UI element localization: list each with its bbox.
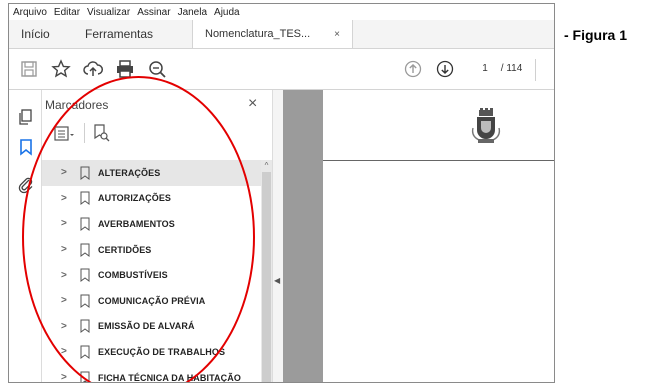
chevron-right-icon[interactable]: >	[61, 321, 71, 332]
chevron-right-icon[interactable]: >	[61, 295, 71, 306]
chevron-right-icon[interactable]: >	[61, 218, 71, 229]
chevron-right-icon[interactable]: >	[61, 193, 71, 204]
bookmark-label: AUTORIZAÇÕES	[98, 193, 172, 204]
bookmark-item[interactable]: > AUTORIZAÇÕES	[42, 186, 262, 212]
panel-title: Marcadores	[45, 98, 109, 112]
bookmark-flag-icon	[80, 217, 90, 231]
bookmark-list: > ALTERAÇÕES > AUTORIZAÇÕES > AVERBAMENT…	[42, 160, 262, 383]
page-down-icon[interactable]	[435, 59, 455, 79]
bookmark-flag-icon	[80, 371, 90, 382]
bookmarks-panel: Marcadores × > ALTERAÇÕES > AUTORIZAÇÕES…	[42, 90, 272, 383]
bookmark-label: EXECUÇÃO DE TRABALHOS	[98, 346, 226, 357]
bookmark-label: FICHA TÉCNICA DA HABITAÇÃO	[98, 372, 241, 383]
bookmark-label: CERTIDÕES	[98, 244, 152, 255]
bookmark-item[interactable]: > COMUNICAÇÃO PRÉVIA	[42, 288, 262, 314]
menu-bar: Arquivo Editar Visualizar Assinar Janela…	[9, 4, 554, 20]
panel-collapse-handle[interactable]: ◀	[272, 90, 283, 382]
tab-close-icon[interactable]: ×	[334, 29, 340, 40]
scroll-thumb[interactable]	[262, 172, 271, 382]
pdf-viewer-window: Arquivo Editar Visualizar Assinar Janela…	[8, 3, 555, 383]
bookmark-item[interactable]: > EMISSÃO DE ALVARÁ	[42, 314, 262, 340]
menu-visualizar[interactable]: Visualizar	[87, 7, 130, 18]
bookmark-item[interactable]: > COMBUSTÍVEIS	[42, 262, 262, 288]
chevron-right-icon[interactable]: >	[61, 167, 71, 178]
bookmark-item[interactable]: > CERTIDÕES	[42, 237, 262, 263]
collapse-arrow-icon[interactable]: ◀	[274, 276, 280, 285]
bookmark-flag-icon	[80, 268, 90, 283]
bookmark-flag-icon	[80, 319, 90, 334]
tab-home[interactable]: Início	[9, 20, 73, 48]
bookmark-label: EMISSÃO DE ALVARÁ	[98, 321, 195, 332]
scroll-up-icon[interactable]: ^	[261, 160, 272, 172]
panel-toolbar-divider	[84, 123, 85, 143]
bookmark-label: AVERBAMENTOS	[98, 218, 175, 229]
print-icon[interactable]	[115, 59, 135, 79]
document-page	[323, 90, 554, 382]
zoom-icon[interactable]	[147, 59, 167, 79]
crest-icon	[471, 108, 501, 143]
chevron-right-icon[interactable]: >	[61, 346, 71, 357]
tab-document[interactable]: Nomenclatura_TES... ×	[192, 20, 353, 48]
bookmark-label: ALTERAÇÕES	[98, 167, 161, 178]
pages-icon[interactable]	[17, 108, 35, 126]
menu-ajuda[interactable]: Ajuda	[214, 7, 240, 18]
attachment-icon[interactable]	[17, 176, 35, 194]
toolbar: 1 / 114	[9, 49, 554, 90]
page-header-rule	[323, 160, 554, 161]
tab-tools[interactable]: Ferramentas	[73, 20, 192, 48]
figure-caption: - Figura 1	[564, 27, 628, 43]
bookmark-flag-icon	[80, 243, 90, 257]
page-total: / 114	[500, 63, 523, 74]
bookmark-scrollbar[interactable]: ^	[261, 160, 272, 382]
options-icon[interactable]	[54, 126, 76, 142]
bookmark-icon[interactable]	[17, 138, 35, 156]
bookmark-flag-icon	[80, 294, 90, 308]
cloud-upload-icon[interactable]	[83, 59, 103, 79]
panel-close-icon[interactable]: ×	[248, 95, 257, 113]
bookmark-item[interactable]: > AVERBAMENTOS	[42, 211, 262, 237]
page-indicator: 1 / 114	[478, 63, 522, 74]
bookmark-item[interactable]: > FICHA TÉCNICA DA HABITAÇÃO	[42, 365, 262, 383]
bookmark-label: COMUNICAÇÃO PRÉVIA	[98, 295, 206, 306]
bookmark-item[interactable]: > ALTERAÇÕES	[42, 160, 262, 186]
document-area	[283, 90, 554, 382]
page-number-input[interactable]: 1	[478, 63, 492, 74]
left-tool-rail	[9, 90, 42, 382]
tab-bar: Início Ferramentas Nomenclatura_TES... ×	[9, 20, 554, 49]
bookmark-item[interactable]: > EXECUÇÃO DE TRABALHOS	[42, 339, 262, 365]
tab-document-label: Nomenclatura_TES...	[205, 28, 311, 40]
bookmark-search-icon[interactable]	[92, 124, 110, 142]
menu-janela[interactable]: Janela	[178, 7, 207, 18]
bookmark-flag-icon	[80, 166, 90, 180]
star-icon[interactable]	[51, 59, 71, 79]
chevron-right-icon[interactable]: >	[61, 244, 71, 255]
bookmark-flag-icon	[80, 191, 90, 206]
save-icon[interactable]	[19, 59, 39, 79]
toolbar-divider	[535, 59, 536, 81]
bookmark-label: COMBUSTÍVEIS	[98, 270, 168, 281]
menu-assinar[interactable]: Assinar	[137, 7, 170, 18]
chevron-right-icon[interactable]: >	[61, 372, 71, 382]
bookmark-flag-icon	[80, 345, 90, 359]
menu-arquivo[interactable]: Arquivo	[13, 7, 47, 18]
page-up-icon[interactable]	[403, 59, 423, 79]
chevron-right-icon[interactable]: >	[61, 270, 71, 281]
menu-editar[interactable]: Editar	[54, 7, 80, 18]
